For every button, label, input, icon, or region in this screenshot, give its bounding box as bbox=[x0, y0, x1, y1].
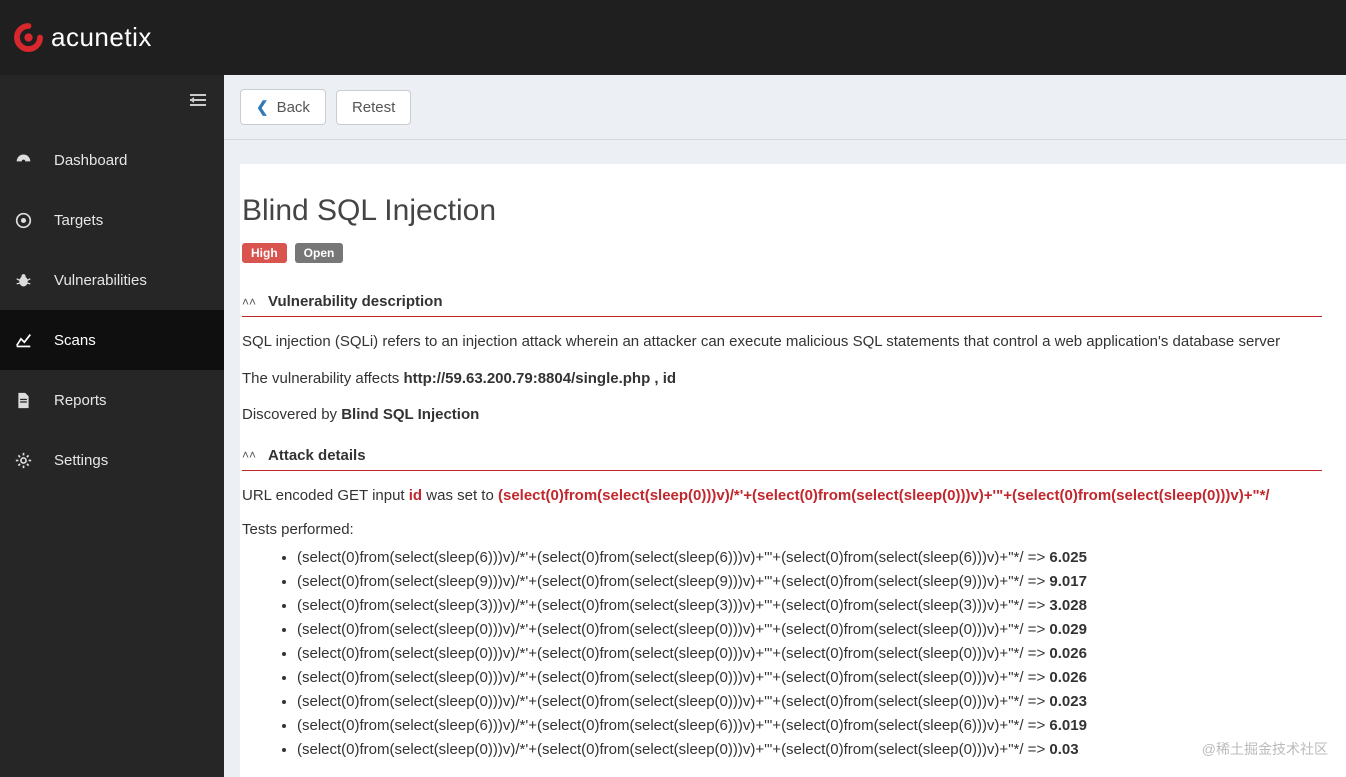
test-item: (select(0)from(select(sleep(0)))v)/*'+(s… bbox=[297, 666, 1322, 690]
attack-payload: (select(0)from(select(sleep(0)))v)/*'+(s… bbox=[498, 487, 1270, 504]
sidebar-item-reports[interactable]: Reports bbox=[0, 370, 224, 430]
test-payload: (select(0)from(select(sleep(0)))v)/*'+(s… bbox=[297, 669, 1049, 686]
discovered-line: Discovered by Blind SQL Injection bbox=[242, 404, 1322, 427]
test-result: 6.019 bbox=[1049, 717, 1087, 734]
gear-icon bbox=[14, 452, 32, 469]
test-item: (select(0)from(select(sleep(0)))v)/*'+(s… bbox=[297, 738, 1322, 762]
sidebar-item-label: Reports bbox=[54, 392, 107, 409]
sidebar-toggle[interactable] bbox=[0, 75, 224, 130]
test-payload: (select(0)from(select(sleep(0)))v)/*'+(s… bbox=[297, 645, 1049, 662]
test-result: 6.025 bbox=[1049, 549, 1087, 566]
attack-input-line: URL encoded GET input id was set to (sel… bbox=[242, 485, 1322, 508]
document-icon bbox=[14, 392, 32, 409]
sidebar: Dashboard Targets Vulnerabilities Scans … bbox=[0, 75, 224, 777]
app-header: acunetix bbox=[0, 0, 1346, 75]
test-item: (select(0)from(select(sleep(6)))v)/*'+(s… bbox=[297, 546, 1322, 570]
test-payload: (select(0)from(select(sleep(6)))v)/*'+(s… bbox=[297, 549, 1049, 566]
retest-button[interactable]: Retest bbox=[336, 90, 411, 125]
sidebar-item-label: Vulnerabilities bbox=[54, 272, 147, 289]
brand-name: acunetix bbox=[51, 22, 152, 53]
chart-icon bbox=[14, 332, 32, 349]
status-badge: Open bbox=[295, 243, 344, 263]
sidebar-item-label: Scans bbox=[54, 332, 96, 349]
toolbar: ❮ Back Retest bbox=[224, 75, 1346, 140]
brand-logo[interactable]: acunetix bbox=[12, 21, 152, 54]
tests-list: (select(0)from(select(sleep(6)))v)/*'+(s… bbox=[242, 546, 1322, 762]
test-item: (select(0)from(select(sleep(6)))v)/*'+(s… bbox=[297, 714, 1322, 738]
back-button[interactable]: ❮ Back bbox=[240, 89, 326, 125]
main-area: ❮ Back Retest Blind SQL Injection High O… bbox=[224, 75, 1346, 777]
affects-line: The vulnerability affects http://59.63.2… bbox=[242, 368, 1322, 391]
test-payload: (select(0)from(select(sleep(0)))v)/*'+(s… bbox=[297, 621, 1049, 638]
section-header-attack[interactable]: ˄˄ Attack details bbox=[242, 441, 1322, 471]
test-payload: (select(0)from(select(sleep(6)))v)/*'+(s… bbox=[297, 717, 1049, 734]
test-item: (select(0)from(select(sleep(0)))v)/*'+(s… bbox=[297, 618, 1322, 642]
sidebar-item-label: Targets bbox=[54, 212, 103, 229]
test-result: 9.017 bbox=[1049, 573, 1087, 590]
back-button-label: Back bbox=[277, 99, 310, 116]
test-result: 0.03 bbox=[1049, 741, 1078, 758]
test-payload: (select(0)from(select(sleep(3)))v)/*'+(s… bbox=[297, 597, 1049, 614]
vulnerability-title: Blind SQL Injection bbox=[242, 194, 1322, 228]
description-text: SQL injection (SQLi) refers to an inject… bbox=[242, 331, 1322, 354]
test-payload: (select(0)from(select(sleep(0)))v)/*'+(s… bbox=[297, 693, 1049, 710]
sidebar-item-vulnerabilities[interactable]: Vulnerabilities bbox=[0, 250, 224, 310]
brand-logo-icon bbox=[12, 21, 45, 54]
sidebar-item-label: Dashboard bbox=[54, 152, 127, 169]
sidebar-item-scans[interactable]: Scans bbox=[0, 310, 224, 370]
test-payload: (select(0)from(select(sleep(0)))v)/*'+(s… bbox=[297, 741, 1049, 758]
test-result: 0.026 bbox=[1049, 669, 1087, 686]
test-item: (select(0)from(select(sleep(0)))v)/*'+(s… bbox=[297, 642, 1322, 666]
test-result: 0.026 bbox=[1049, 645, 1087, 662]
discovered-by-value: Blind SQL Injection bbox=[341, 406, 479, 423]
severity-badge: High bbox=[242, 243, 287, 263]
chevron-left-icon: ❮ bbox=[256, 98, 269, 116]
content-panel: Blind SQL Injection High Open ˄˄ Vulnera… bbox=[240, 164, 1346, 777]
attack-input-name: id bbox=[409, 487, 422, 504]
retest-button-label: Retest bbox=[352, 99, 395, 116]
dashboard-icon bbox=[14, 152, 32, 169]
test-item: (select(0)from(select(sleep(9)))v)/*'+(s… bbox=[297, 570, 1322, 594]
test-result: 3.028 bbox=[1049, 597, 1087, 614]
target-icon bbox=[14, 212, 32, 229]
bug-icon bbox=[14, 272, 32, 289]
sidebar-item-dashboard[interactable]: Dashboard bbox=[0, 130, 224, 190]
test-payload: (select(0)from(select(sleep(9)))v)/*'+(s… bbox=[297, 573, 1049, 590]
affects-value: http://59.63.200.79:8804/single.php , id bbox=[403, 370, 676, 387]
section-header-description[interactable]: ˄˄ Vulnerability description bbox=[242, 287, 1322, 317]
section-heading: Vulnerability description bbox=[268, 293, 442, 310]
sidebar-item-settings[interactable]: Settings bbox=[0, 430, 224, 490]
sidebar-item-label: Settings bbox=[54, 452, 108, 469]
test-result: 0.023 bbox=[1049, 693, 1087, 710]
test-item: (select(0)from(select(sleep(3)))v)/*'+(s… bbox=[297, 594, 1322, 618]
collapse-icon: ˄˄ bbox=[242, 295, 256, 309]
menu-collapse-icon bbox=[190, 93, 206, 112]
collapse-icon: ˄˄ bbox=[242, 448, 256, 462]
sidebar-item-targets[interactable]: Targets bbox=[0, 190, 224, 250]
section-heading: Attack details bbox=[268, 447, 366, 464]
test-item: (select(0)from(select(sleep(0)))v)/*'+(s… bbox=[297, 690, 1322, 714]
test-result: 0.029 bbox=[1049, 621, 1087, 638]
tests-performed-label: Tests performed: bbox=[242, 521, 1322, 538]
